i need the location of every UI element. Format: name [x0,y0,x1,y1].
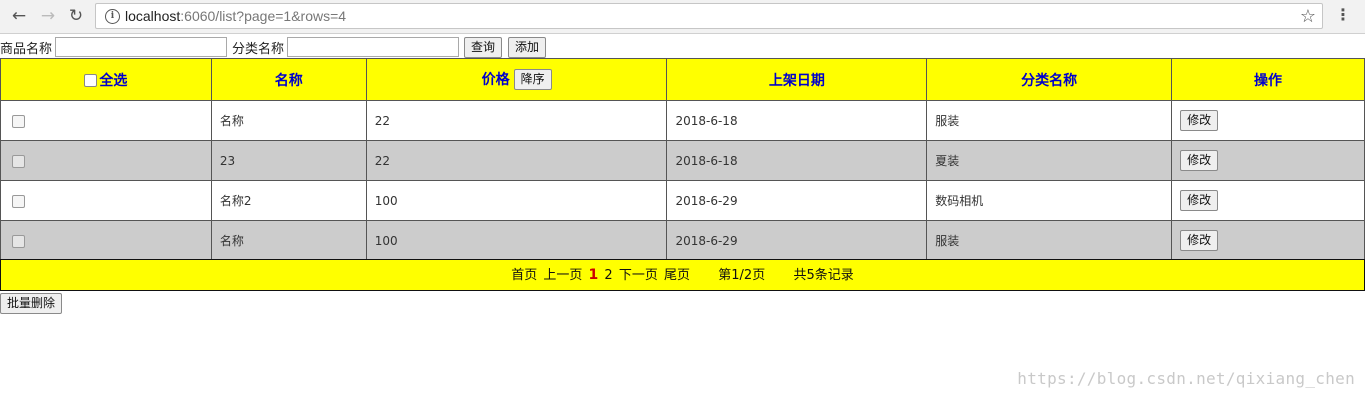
table-row: 名称 100 2018-6-29 服装 修改 [0,220,1365,261]
category-name-label: 分类名称 [232,41,285,57]
forward-arrow-icon[interactable]: → [38,6,58,26]
cell-date: 2018-6-18 [666,140,928,181]
product-name-input[interactable] [55,37,228,57]
reload-icon[interactable]: ↻ [66,6,86,26]
table-row: 名称 22 2018-6-18 服装 修改 [0,100,1365,141]
cell-date: 2018-6-18 [666,100,928,141]
page-2-link[interactable]: 2 [604,268,612,283]
cell-action: 修改 [1171,220,1365,261]
search-form: 商品名称 分类名称 查询 添加 [0,36,552,58]
edit-button[interactable]: 修改 [1180,110,1219,131]
batch-delete-button[interactable]: 批量删除 [0,293,63,314]
select-all-checkbox[interactable] [84,74,98,87]
edit-button[interactable]: 修改 [1180,190,1219,211]
cell-category: 服装 [926,100,1173,141]
header-price: 价格 降序 [365,58,668,101]
prev-page-link[interactable]: 上一页 [543,268,582,283]
row-checkbox[interactable] [12,114,25,128]
info-icon[interactable]: i [105,9,120,24]
row-checkbox[interactable] [12,154,25,168]
header-select-all: 全选 [0,58,212,101]
query-button[interactable]: 查询 [464,36,503,58]
cell-name: 名称2 [210,180,367,221]
cell-date: 2018-6-29 [666,180,928,221]
header-category: 分类名称 [926,58,1173,101]
table-header-row: 全选 名称 价格 降序 上架日期 分类名称 操作 [0,58,1365,101]
row-select-cell [0,220,212,261]
header-action: 操作 [1171,58,1365,101]
cell-action: 修改 [1171,100,1365,141]
next-page-link[interactable]: 下一页 [619,268,658,283]
cell-category: 数码相机 [926,180,1173,221]
header-name: 名称 [210,58,367,101]
cell-action: 修改 [1171,180,1365,221]
cell-price: 22 [365,140,668,181]
browser-menu-icon[interactable]: ⋮ [1335,5,1351,25]
browser-toolbar: ← → ↻ i localhost:6060/list?page=1&rows=… [0,0,1365,34]
cell-price: 22 [365,100,668,141]
cell-name: 23 [210,140,367,181]
edit-button[interactable]: 修改 [1180,150,1219,171]
first-page-link[interactable]: 首页 [511,268,537,283]
total-records: 共5条记录 [793,268,854,283]
last-page-link[interactable]: 尾页 [664,268,690,283]
cell-name: 名称 [210,100,367,141]
url-text: localhost:6060/list?page=1&rows=4 [125,8,347,24]
pagination-bar: 首页 上一页 1 2 下一页 尾页 第1/2页 共5条记录 [0,259,1365,291]
cell-date: 2018-6-29 [666,220,928,261]
row-checkbox[interactable] [12,234,25,248]
cell-action: 修改 [1171,140,1365,181]
cell-category: 夏装 [926,140,1173,181]
product-table: 全选 名称 价格 降序 上架日期 分类名称 操作 名称 22 2018-6-18 … [0,58,1365,261]
cell-name: 名称 [210,220,367,261]
row-select-cell [0,180,212,221]
row-select-cell [0,140,212,181]
cell-category: 服装 [926,220,1173,261]
back-arrow-icon[interactable]: ← [9,6,29,26]
cell-price: 100 [365,220,668,261]
table-row: 名称2 100 2018-6-29 数码相机 修改 [0,180,1365,221]
header-date: 上架日期 [666,58,928,101]
watermark: https://blog.csdn.net/qixiang_chen [1017,369,1355,388]
page-info: 第1/2页 [718,268,766,283]
bookmark-star-icon[interactable]: ☆ [1300,6,1316,27]
cell-price: 100 [365,180,668,221]
address-bar[interactable]: i localhost:6060/list?page=1&rows=4 ☆ [95,3,1323,29]
current-page-number: 1 [588,267,599,283]
add-button[interactable]: 添加 [508,36,547,58]
table-row: 23 22 2018-6-18 夏装 修改 [0,140,1365,181]
product-name-label: 商品名称 [0,41,53,57]
edit-button[interactable]: 修改 [1180,230,1219,251]
category-name-input[interactable] [287,37,460,57]
row-select-cell [0,100,212,141]
row-checkbox[interactable] [12,194,25,208]
sort-desc-button[interactable]: 降序 [513,69,552,91]
